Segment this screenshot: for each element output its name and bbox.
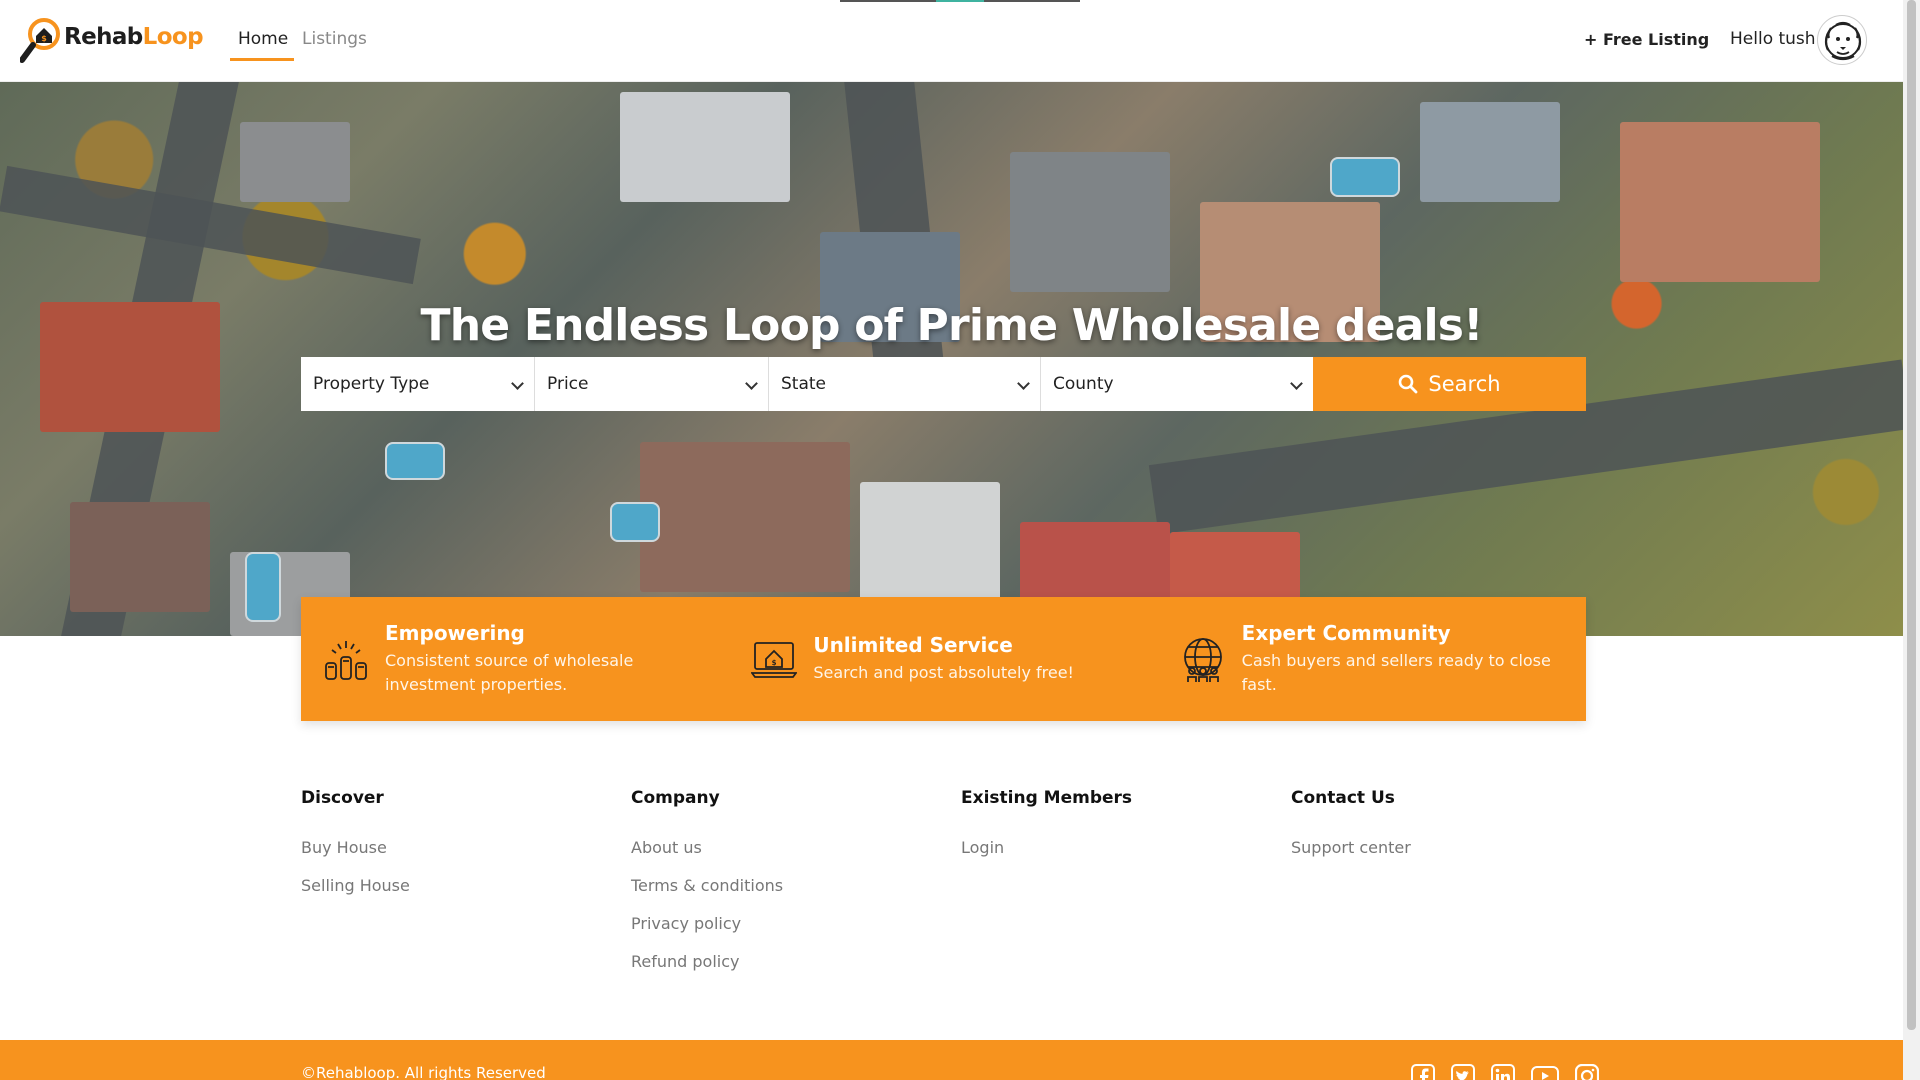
property-type-select[interactable]: Property Type [301, 357, 535, 411]
footer-column-discover: Discover Buy House Selling House [301, 788, 410, 914]
youtube-icon[interactable] [1531, 1064, 1559, 1080]
copyright-text: ©Rehabloop. All rights Reserved [301, 1064, 546, 1080]
footer-link-about-us[interactable]: About us [631, 838, 783, 857]
feature-description: Search and post absolutely free! [813, 663, 1074, 682]
price-select[interactable]: Price [535, 357, 769, 411]
footer-link-terms[interactable]: Terms & conditions [631, 876, 783, 895]
footer-column-existing-members: Existing Members Login [961, 788, 1132, 876]
feature-description: Consistent source of wholesale investmen… [385, 651, 634, 694]
rehabloop-logo[interactable]: $ RehabLoop [20, 16, 204, 66]
footer-link-support-center[interactable]: Support center [1291, 838, 1411, 857]
footer-heading: Contact Us [1291, 788, 1395, 808]
twitter-icon[interactable] [1451, 1064, 1475, 1080]
feature-title: Unlimited Service [813, 633, 1013, 657]
logo-text-rehab: Rehab [64, 24, 143, 50]
feature-title: Empowering [385, 621, 525, 645]
raised-fists-icon [325, 641, 367, 680]
footer-column-contact-us: Contact Us Support center [1291, 788, 1411, 876]
footer-link-buy-house[interactable]: Buy House [301, 838, 410, 857]
instagram-icon[interactable] [1575, 1064, 1599, 1080]
chevron-down-icon [1017, 377, 1030, 390]
feature-description: Cash buyers and sellers ready to close f… [1241, 651, 1551, 694]
globe-people-icon [1183, 638, 1222, 682]
footer-heading: Company [631, 788, 720, 808]
property-type-label: Property Type [313, 374, 430, 394]
search-icon [1399, 374, 1418, 394]
logo-wordmark: RehabLoop [64, 24, 204, 50]
page-scrollbar[interactable] [1903, 0, 1920, 1080]
state-label: State [781, 374, 826, 394]
laptop-house-icon: $ [751, 642, 798, 678]
hero-title: The Endless Loop of Prime Wholesale deal… [420, 300, 1484, 351]
linkedin-icon[interactable] [1491, 1064, 1515, 1080]
search-button-label: Search [1428, 372, 1501, 396]
footer-link-refund[interactable]: Refund policy [631, 952, 783, 971]
svg-text:$: $ [772, 659, 777, 667]
footer-link-privacy[interactable]: Privacy policy [631, 914, 783, 933]
county-label: County [1053, 374, 1114, 394]
magnifier-house-logo-icon: $ [20, 18, 60, 63]
footer-link-selling-house[interactable]: Selling House [301, 876, 410, 895]
search-button[interactable]: Search [1313, 357, 1586, 411]
user-avatar[interactable] [1817, 15, 1867, 65]
chevron-down-icon [511, 377, 524, 390]
features-banner: Empowering Consistent source of wholesal… [301, 597, 1586, 721]
footer-heading: Discover [301, 788, 384, 808]
free-listing-button[interactable]: + Free Listing [1584, 30, 1709, 49]
feature-empowering: Empowering Consistent source of wholesal… [301, 597, 729, 721]
chevron-down-icon [745, 377, 758, 390]
footer-heading: Existing Members [961, 788, 1133, 808]
footer-bottom-bar: ©Rehabloop. All rights Reserved [0, 1040, 1903, 1080]
feature-expert-community: Expert Community Cash buyers and sellers… [1158, 597, 1586, 721]
state-select[interactable]: State [769, 357, 1041, 411]
price-label: Price [547, 374, 589, 394]
logo-text-loop: Loop [142, 24, 204, 50]
feature-title: Expert Community [1241, 621, 1451, 645]
scrollbar-thumb[interactable] [1907, 0, 1916, 1030]
feature-unlimited-service: $ Unlimited Service Search and post abso… [729, 597, 1157, 721]
county-select[interactable]: County [1041, 357, 1313, 411]
property-search-bar: Property Type Price State County Search [301, 357, 1586, 411]
footer-link-login[interactable]: Login [961, 838, 1132, 857]
nav-home-link[interactable]: Home [238, 29, 288, 49]
top-header: $ RehabLoop Home Listings + Free Listing… [0, 0, 1903, 82]
svg-text:$: $ [41, 34, 47, 43]
user-greeting[interactable]: Hello tush [1730, 29, 1816, 49]
lion-avatar-icon [1824, 21, 1862, 61]
facebook-icon[interactable] [1411, 1064, 1435, 1080]
nav-active-indicator [230, 58, 294, 61]
nav-listings-link[interactable]: Listings [302, 29, 367, 49]
page-loading-bar [840, 0, 1080, 2]
chevron-down-icon [1290, 377, 1303, 390]
footer-column-company: Company About us Terms & conditions Priv… [631, 788, 783, 990]
